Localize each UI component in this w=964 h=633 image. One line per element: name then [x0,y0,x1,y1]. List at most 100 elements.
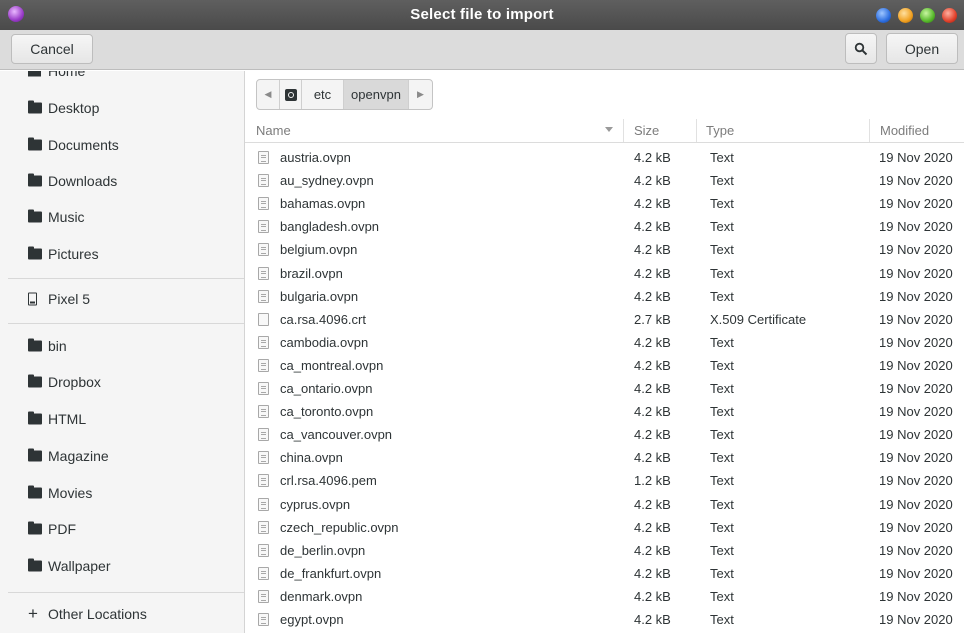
sidebar-item-other-locations[interactable]: + Other Locations [0,596,244,632]
path-bar: ◀ etc openvpn ▶ [256,79,433,110]
folder-icon [28,521,42,535]
file-row[interactable]: ca.rsa.4096.crt 2.7 kB X.509 Certificate 19… [245,308,964,331]
sidebar-item-pixel-5[interactable]: Pixel 5 [0,281,244,317]
file-name: ca_montreal.ovpn [280,357,384,373]
sidebar-item-documents[interactable]: Documents [0,127,244,163]
file-size: 4.2 kB [634,242,671,258]
sidebar-item-label: Wallpaper [48,558,111,574]
file-row[interactable]: cyprus.ovpn 4.2 kB Text 19 Nov 2020 [245,493,964,516]
file-type: Text [710,150,734,165]
sidebar-item-dropbox[interactable]: Dropbox [0,364,244,400]
file-type: Text [710,427,734,443]
file-type: Text [710,173,734,189]
file-size: 4.2 kB [634,519,671,535]
file-row[interactable]: crl.rsa.4096.pem 1.2 kB Text 19 Nov 2020 [245,469,964,492]
sidebar-item-bin[interactable]: bin [0,328,244,364]
file-size: 4.2 kB [634,196,671,212]
path-root-button[interactable] [280,80,302,109]
sidebar-item-desktop[interactable]: Desktop [0,90,244,126]
sidebar-item-label: PDF [48,521,76,537]
path-scroll-left-button[interactable]: ◀ [257,80,280,109]
file-row[interactable]: egypt.ovpn 4.2 kB Text 19 Nov 2020 [245,608,964,631]
file-size: 4.2 kB [634,219,671,235]
file-modified: 19 Nov 2020 [879,450,953,466]
file-name: au_sydney.ovpn [280,173,374,189]
file-row[interactable]: bahamas.ovpn 4.2 kB Text 19 Nov 2020 [245,192,964,215]
file-type: Text [710,404,734,420]
file-type: Text [710,588,734,604]
open-button[interactable]: Open [886,33,958,64]
window-title: Select file to import [410,6,554,23]
sidebar-item-wallpaper[interactable]: Wallpaper [0,548,244,584]
file-size: 4.2 kB [634,150,671,165]
maximize-button[interactable] [920,8,935,23]
file-size: 4.2 kB [634,565,671,581]
file-modified: 19 Nov 2020 [879,519,953,535]
file-name: de_berlin.ovpn [280,542,366,558]
sidebar-item-label: Pixel 5 [48,291,91,307]
file-row[interactable]: austria.ovpn 4.2 kB Text 19 Nov 2020 [245,146,964,169]
file-name: bulgaria.ovpn [280,288,359,304]
file-size: 4.2 kB [634,357,671,373]
file-name: bangladesh.ovpn [280,219,380,235]
cancel-button[interactable]: Cancel [11,34,93,64]
file-type: X.509 Certificate [710,311,807,327]
sidebar-item-label: Other Locations [48,606,147,622]
file-row[interactable]: de_berlin.ovpn 4.2 kB Text 19 Nov 2020 [245,539,964,562]
file-name: ca.rsa.4096.crt [280,311,366,327]
file-row[interactable]: cambodia.ovpn 4.2 kB Text 19 Nov 2020 [245,331,964,354]
file-row[interactable]: ca_toronto.ovpn 4.2 kB Text 19 Nov 2020 [245,400,964,423]
sidebar-item-label: Desktop [48,100,100,116]
window-menu-button[interactable] [876,8,891,23]
file-row[interactable]: brazil.ovpn 4.2 kB Text 19 Nov 2020 [245,262,964,285]
search-button[interactable] [845,33,877,64]
file-row[interactable]: au_sydney.ovpn 4.2 kB Text 19 Nov 2020 [245,169,964,192]
file-row[interactable]: czech_republic.ovpn 4.2 kB Text 19 Nov 2020 [245,516,964,539]
column-size-header[interactable]: Size [623,119,696,142]
sidebar-item-magazine[interactable]: Magazine [0,438,244,474]
file-row[interactable]: bulgaria.ovpn 4.2 kB Text 19 Nov 2020 [245,285,964,308]
sidebar-separator [8,278,244,279]
sidebar-item-label: bin [48,338,67,354]
file-row[interactable]: denmark.ovpn 4.2 kB Text 19 Nov 2020 [245,585,964,608]
file-row[interactable]: de_frankfurt.ovpn 4.2 kB Text 19 Nov 2020 [245,562,964,585]
file-row[interactable]: ca_montreal.ovpn 4.2 kB Text 19 Nov 2020 [245,354,964,377]
file-row[interactable]: bangladesh.ovpn 4.2 kB Text 19 Nov 2020 [245,215,964,238]
sidebar-item-downloads[interactable]: Downloads [0,163,244,199]
column-modified-header[interactable]: Modified [869,119,964,142]
folder-icon [28,485,42,499]
minimize-button[interactable] [898,8,913,23]
folder-icon [28,246,42,260]
title-bar: Select file to import [0,0,964,30]
file-modified: 19 Nov 2020 [879,542,953,558]
file-row[interactable]: belgium.ovpn 4.2 kB Text 19 Nov 2020 [245,238,964,261]
file-modified: 19 Nov 2020 [879,196,953,212]
sidebar-item-home[interactable]: Home [0,71,244,89]
sidebar-item-pictures[interactable]: Pictures [0,236,244,272]
file-modified: 19 Nov 2020 [879,588,953,604]
column-type-header[interactable]: Type [696,119,869,142]
close-button[interactable] [942,8,957,23]
path-segment-etc[interactable]: etc [302,80,344,109]
file-row[interactable]: ca_vancouver.ovpn 4.2 kB Text 19 Nov 2020 [245,423,964,446]
sidebar-item-label: Magazine [48,448,109,464]
sidebar-item-pdf[interactable]: PDF [0,511,244,547]
folder-icon [28,137,42,151]
file-type: Text [710,450,734,466]
sidebar-item-label: Music [48,209,85,225]
folder-icon [28,411,42,425]
sidebar-item-label: Movies [48,485,93,501]
sidebar-item-music[interactable]: Music [0,199,244,235]
column-name-header[interactable]: Name [256,119,622,142]
file-size: 4.2 kB [634,612,671,627]
sidebar-item-label: Home [48,71,86,79]
path-segment-openvpn[interactable]: openvpn [344,80,409,109]
sidebar-item-html[interactable]: HTML [0,401,244,437]
file-row[interactable]: ca_ontario.ovpn 4.2 kB Text 19 Nov 2020 [245,377,964,400]
sidebar-item-movies[interactable]: Movies [0,475,244,511]
sidebar-separator [8,592,244,593]
path-scroll-right-button[interactable]: ▶ [409,80,432,109]
file-name: ca_vancouver.ovpn [280,427,393,443]
file-row[interactable]: china.ovpn 4.2 kB Text 19 Nov 2020 [245,446,964,469]
file-modified: 19 Nov 2020 [879,311,953,327]
